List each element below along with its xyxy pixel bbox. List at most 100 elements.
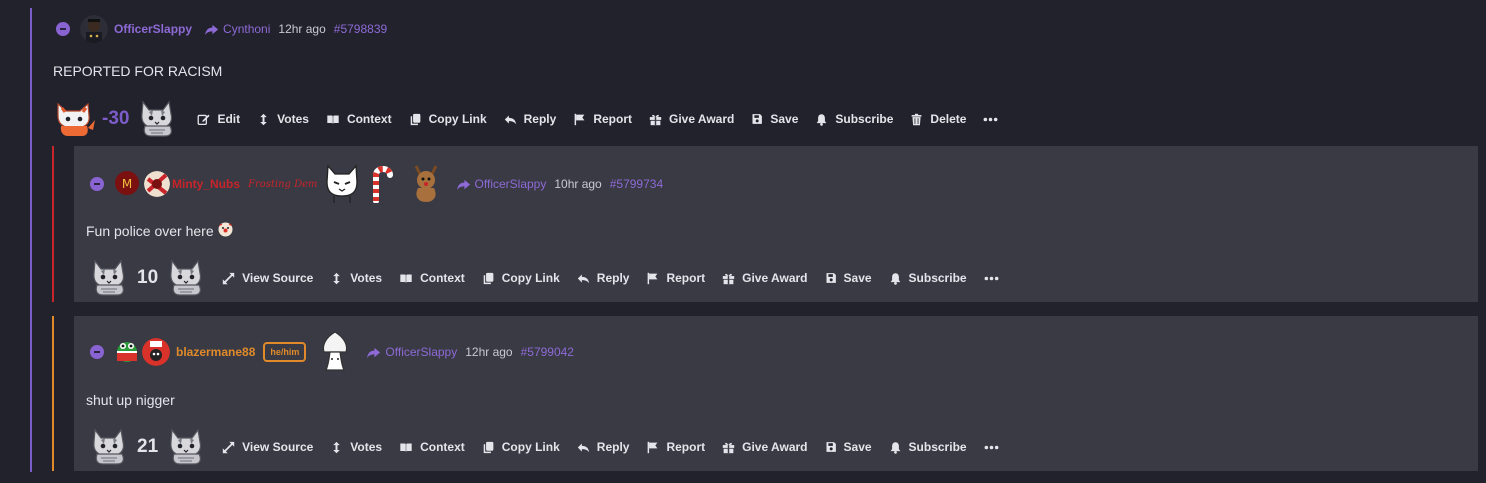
frog-badge-icon bbox=[114, 338, 140, 367]
context-icon bbox=[399, 441, 413, 454]
save-button[interactable]: Save bbox=[825, 271, 872, 285]
more-button[interactable] bbox=[984, 271, 1006, 286]
subscribe-button[interactable]: Subscribe bbox=[889, 271, 967, 285]
timestamp: 10hr ago bbox=[554, 177, 602, 191]
subscribe-icon bbox=[889, 272, 902, 285]
copy-link-button[interactable]: Copy Link bbox=[409, 112, 487, 126]
thread-line-red bbox=[52, 146, 54, 302]
save-button[interactable]: Save bbox=[825, 440, 872, 454]
save-icon bbox=[751, 113, 763, 125]
comment-minty-nubs: M Minty_Nubs Frosting Dem OfficerSlappy … bbox=[74, 146, 1478, 302]
award-icon bbox=[722, 441, 735, 454]
context-button[interactable]: Context bbox=[399, 271, 465, 285]
collapse-icon[interactable] bbox=[56, 22, 70, 36]
upvote-button[interactable] bbox=[87, 426, 131, 469]
more-button[interactable] bbox=[984, 440, 1006, 455]
comment-header: OfficerSlappy Cynthoni 12hr ago #5798839 bbox=[56, 15, 387, 43]
votes-button[interactable]: Votes bbox=[330, 271, 382, 285]
expand-icon bbox=[222, 441, 235, 454]
hat-cat-icon bbox=[322, 162, 362, 207]
subscribe-button[interactable]: Subscribe bbox=[889, 440, 967, 454]
collapse-icon[interactable] bbox=[90, 177, 104, 191]
comment-id-link[interactable]: #5799042 bbox=[521, 345, 574, 359]
timestamp: 12hr ago bbox=[278, 22, 326, 36]
username[interactable]: blazermane88 bbox=[176, 345, 255, 359]
cat-icon bbox=[164, 257, 208, 297]
give-award-button[interactable]: Give Award bbox=[722, 440, 808, 454]
comment-officerslappy: OfficerSlappy Cynthoni 12hr ago #5798839… bbox=[32, 0, 1486, 145]
thread-line-orange bbox=[52, 316, 54, 471]
replying-to[interactable]: OfficerSlappy bbox=[366, 345, 457, 360]
subscribe-icon bbox=[889, 441, 902, 454]
delete-icon bbox=[910, 113, 923, 126]
save-icon bbox=[825, 441, 837, 453]
votes-icon bbox=[257, 113, 270, 126]
give-award-button[interactable]: Give Award bbox=[649, 112, 734, 126]
comment-body-text: Fun police over here bbox=[86, 223, 214, 239]
edit-button[interactable]: Edit bbox=[197, 112, 240, 126]
copy-link-button[interactable]: Copy Link bbox=[482, 440, 560, 454]
votes-button[interactable]: Votes bbox=[330, 440, 382, 454]
cat-icon bbox=[87, 257, 131, 297]
avatar[interactable] bbox=[144, 171, 170, 197]
comment-actions: 21 View Source Votes Context Copy Link R… bbox=[87, 427, 1023, 467]
comment-score: 21 bbox=[137, 436, 159, 457]
more-button[interactable] bbox=[983, 112, 1005, 127]
username[interactable]: Minty_Nubs bbox=[172, 177, 240, 191]
reply-button[interactable]: Reply bbox=[504, 112, 556, 126]
pronouns-badge: he/him bbox=[263, 342, 307, 362]
context-icon bbox=[326, 113, 340, 126]
subscribe-button[interactable]: Subscribe bbox=[815, 112, 893, 126]
give-award-button[interactable]: Give Award bbox=[722, 271, 808, 285]
downvote-button[interactable] bbox=[135, 98, 179, 141]
badge-icon: M bbox=[114, 170, 140, 199]
votes-button[interactable]: Votes bbox=[257, 112, 309, 126]
copy-link-button[interactable]: Copy Link bbox=[482, 271, 560, 285]
avatar[interactable] bbox=[80, 15, 108, 43]
comment-actions: 10 View Source Votes Context Copy Link R… bbox=[87, 258, 1023, 298]
more-icon bbox=[983, 112, 998, 127]
comment-header: M Minty_Nubs Frosting Dem OfficerSlappy … bbox=[90, 163, 663, 204]
reply-button[interactable]: Reply bbox=[577, 271, 629, 285]
replying-to-user[interactable]: OfficerSlappy bbox=[475, 177, 547, 191]
view-source-button[interactable]: View Source bbox=[222, 271, 313, 285]
collapse-icon[interactable] bbox=[90, 345, 104, 359]
username[interactable]: OfficerSlappy bbox=[114, 22, 192, 36]
upvote-button[interactable] bbox=[52, 98, 96, 141]
award-icon bbox=[722, 272, 735, 285]
context-button[interactable]: Context bbox=[399, 440, 465, 454]
votes-icon bbox=[330, 441, 343, 454]
copy-link-icon bbox=[409, 113, 422, 126]
clown-emoji-icon bbox=[218, 222, 233, 240]
avatar[interactable] bbox=[142, 338, 170, 366]
svg-text:M: M bbox=[122, 177, 132, 191]
replying-to[interactable]: OfficerSlappy bbox=[456, 177, 547, 192]
comment-id-link[interactable]: #5798839 bbox=[334, 22, 387, 36]
candy-cane-icon bbox=[368, 163, 396, 206]
upvote-button[interactable] bbox=[87, 257, 131, 300]
subscribe-icon bbox=[815, 113, 828, 126]
cat-icon bbox=[164, 426, 208, 466]
report-button[interactable]: Report bbox=[646, 440, 705, 454]
edit-icon bbox=[197, 113, 210, 126]
report-button[interactable]: Report bbox=[573, 112, 632, 126]
expand-icon bbox=[222, 272, 235, 285]
report-button[interactable]: Report bbox=[646, 271, 705, 285]
replying-to[interactable]: Cynthoni bbox=[204, 22, 270, 37]
cat-icon bbox=[135, 98, 179, 138]
votes-icon bbox=[330, 272, 343, 285]
comment-id-link[interactable]: #5799734 bbox=[610, 177, 663, 191]
reply-icon bbox=[577, 441, 590, 454]
cat-icon bbox=[87, 426, 131, 466]
downvote-button[interactable] bbox=[164, 257, 208, 300]
replying-to-user[interactable]: OfficerSlappy bbox=[385, 345, 457, 359]
reply-icon bbox=[504, 113, 517, 126]
view-source-button[interactable]: View Source bbox=[222, 440, 313, 454]
reply-button[interactable]: Reply bbox=[577, 440, 629, 454]
downvote-button[interactable] bbox=[164, 426, 208, 469]
report-icon bbox=[573, 113, 586, 126]
delete-button[interactable]: Delete bbox=[910, 112, 966, 126]
replying-to-user[interactable]: Cynthoni bbox=[223, 22, 270, 36]
save-button[interactable]: Save bbox=[751, 112, 798, 126]
context-button[interactable]: Context bbox=[326, 112, 392, 126]
